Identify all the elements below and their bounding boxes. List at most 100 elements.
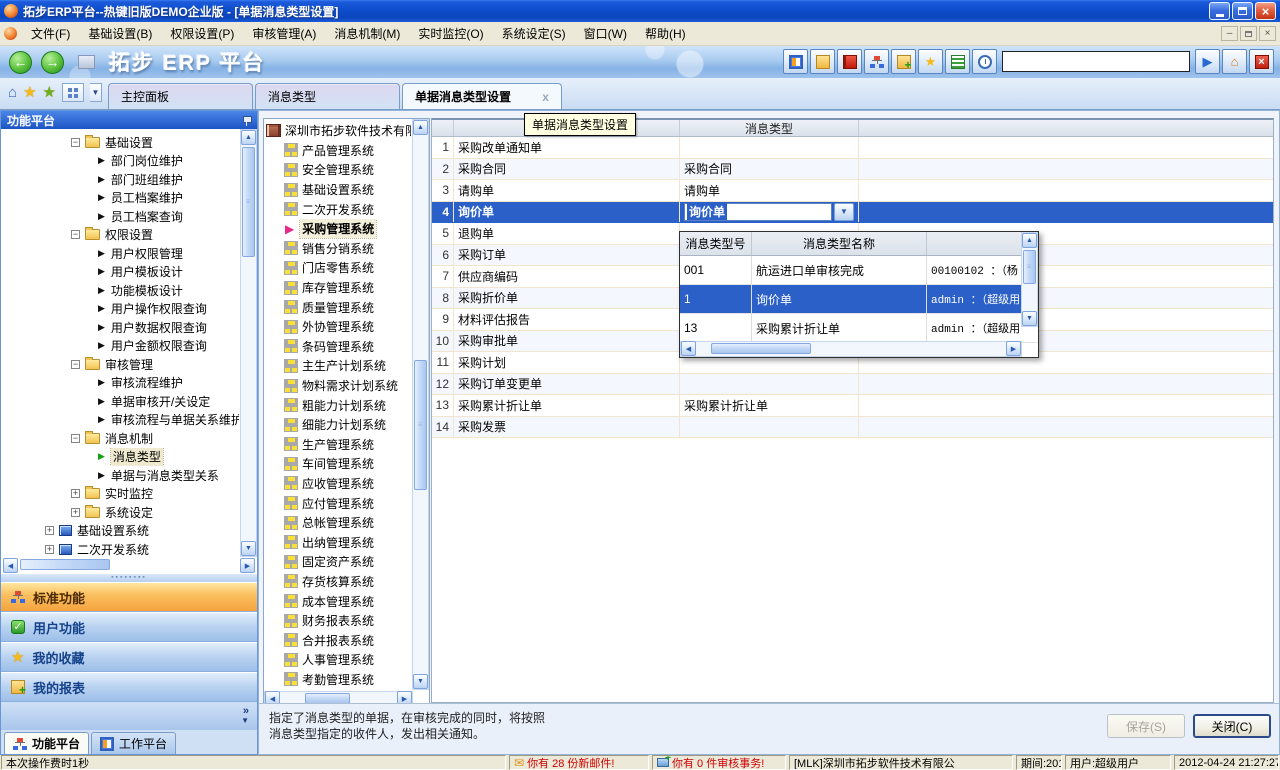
panel-splitter[interactable]: ▪▪▪▪▪▪▪▪ — [1, 574, 257, 582]
add-favorite-icon[interactable]: ★ — [43, 85, 56, 100]
toolbar-search-input[interactable] — [1002, 51, 1190, 72]
home-exit-button[interactable]: ⌂ — [1222, 49, 1247, 74]
grid-row[interactable]: 12采购订单变更单 — [432, 374, 1273, 396]
msg-type-cell[interactable] — [680, 137, 859, 158]
org-item[interactable]: 产品管理系统 — [266, 141, 411, 161]
tree-item[interactable]: ▶用户数据权限查询 — [1, 318, 239, 337]
org-item[interactable]: 财务报表系统 — [266, 611, 411, 631]
tree-item[interactable]: ▶员工档案维护 — [1, 189, 239, 208]
tree-vertical-scrollbar[interactable]: ▲ ▼ ≡ — [240, 129, 257, 557]
org-item[interactable]: 二次开发系统 — [266, 199, 411, 219]
org-item[interactable]: 出纳管理系统 — [266, 532, 411, 552]
list-button[interactable] — [945, 49, 970, 74]
menu-item[interactable]: 实时监控(O) — [409, 22, 492, 45]
org-chart-button[interactable] — [864, 49, 889, 74]
org-item[interactable]: 考勤管理系统 — [266, 670, 411, 689]
tree-horizontal-scrollbar[interactable]: ◀ ▶ — [3, 558, 255, 573]
scroll-right-icon[interactable]: ▶ — [1006, 341, 1021, 356]
tree-item[interactable]: −审核管理 — [1, 355, 239, 374]
panel-tab-工作平台[interactable]: 工作平台 — [91, 732, 176, 754]
combobox-dropdown-button[interactable]: ▼ — [834, 203, 854, 221]
org-item[interactable]: 外协管理系统 — [266, 317, 411, 337]
tree-item[interactable]: ▶用户金额权限查询 — [1, 337, 239, 356]
scrollbar-thumb[interactable]: ≡ — [242, 147, 255, 257]
msg-type-cell[interactable]: 询价单▼ — [680, 202, 859, 223]
layout-caret-button[interactable]: ▼ — [90, 83, 102, 102]
child-restore-button[interactable] — [1240, 26, 1257, 41]
org-item[interactable]: 合并报表系统 — [266, 630, 411, 650]
child-close-button[interactable]: × — [1259, 26, 1276, 41]
combobox-input[interactable]: 询价单 — [684, 203, 832, 221]
scrollbar-thumb[interactable] — [711, 343, 811, 354]
close-button[interactable]: × — [1255, 2, 1276, 20]
tab-消息类型[interactable]: 消息类型 — [255, 83, 400, 109]
scroll-left-icon[interactable]: ◀ — [681, 341, 696, 356]
scroll-up-icon[interactable]: ▲ — [241, 130, 256, 145]
chevron-more-icon[interactable]: » — [243, 706, 249, 716]
nav-button-标准功能[interactable]: 标准功能 — [1, 582, 257, 612]
menu-item[interactable]: 审核管理(A) — [243, 22, 325, 45]
scroll-up-icon[interactable]: ▲ — [413, 120, 428, 135]
grid-row[interactable]: 13采购累计折让单采购累计折让单 — [432, 395, 1273, 417]
msg-type-cell[interactable]: 请购单 — [680, 180, 859, 201]
org-item[interactable]: 物料需求计划系统 — [266, 376, 411, 396]
org-item[interactable]: 固定资产系统 — [266, 552, 411, 572]
popup-row[interactable]: 001航运进口单审核完成00100102 ：（杨 — [680, 256, 1038, 285]
org-root-item[interactable]: 深圳市拓步软件技术有限公司 — [266, 121, 411, 141]
tree-item[interactable]: ▶消息类型 — [1, 448, 239, 467]
expand-icon[interactable]: + — [71, 489, 80, 498]
nav-overflow-strip[interactable]: » ▼ — [1, 702, 257, 730]
popup-vertical-scrollbar[interactable]: ▲ ▼ ≡ — [1021, 232, 1038, 327]
msg-type-cell[interactable] — [680, 417, 859, 438]
tree-item[interactable]: ▶用户权限管理 — [1, 244, 239, 263]
tree-item[interactable]: ▶用户操作权限查询 — [1, 300, 239, 319]
tree-item[interactable]: ▶单据审核开/关设定 — [1, 392, 239, 411]
tree-item[interactable]: +实时监控 — [1, 485, 239, 504]
save-button[interactable]: 保存(S) — [1107, 714, 1185, 738]
favorites-star-icon[interactable]: ★ — [23, 85, 36, 100]
grid-row[interactable]: 3请购单请购单 — [432, 180, 1273, 202]
org-item[interactable]: 基础设置系统 — [266, 180, 411, 200]
org-item[interactable]: 应付管理系统 — [266, 493, 411, 513]
org-item[interactable]: ▶采购管理系统 — [266, 219, 411, 239]
grid-row[interactable]: 14采购发票 — [432, 417, 1273, 439]
org-vertical-scrollbar[interactable]: ▲ ▼ ≡ — [412, 119, 429, 690]
msg-type-cell[interactable]: 采购累计折让单 — [680, 395, 859, 416]
org-item[interactable]: 成本管理系统 — [266, 591, 411, 611]
exit-button[interactable]: × — [1249, 49, 1274, 74]
red-book-button[interactable] — [837, 49, 862, 74]
collapse-icon[interactable]: − — [71, 434, 80, 443]
org-item[interactable]: 门店零售系统 — [266, 258, 411, 278]
scroll-up-icon[interactable]: ▲ — [1022, 233, 1037, 248]
scrollbar-thumb[interactable]: ≡ — [1023, 250, 1036, 284]
tab-主控面板[interactable]: 主控面板 — [108, 83, 253, 109]
popup-row[interactable]: 1询价单admin ：（超级用 — [680, 285, 1038, 314]
chevron-down-icon[interactable]: ▼ — [241, 716, 249, 726]
msg-type-header[interactable]: 消息类型 — [680, 120, 859, 136]
org-item[interactable]: 总帐管理系统 — [266, 513, 411, 533]
org-item[interactable]: 安全管理系统 — [266, 160, 411, 180]
nav-button-我的收藏[interactable]: ★我的收藏 — [1, 642, 257, 672]
clock-button[interactable] — [972, 49, 997, 74]
menu-item[interactable]: 权限设置(P) — [161, 22, 243, 45]
msg-type-combobox[interactable]: 询价单▼ — [684, 203, 854, 221]
popup-horizontal-scrollbar[interactable]: ◀ ▶ — [680, 341, 1022, 357]
org-item[interactable]: 存货核算系统 — [266, 572, 411, 592]
scroll-left-icon[interactable]: ◀ — [3, 558, 18, 573]
tree-item[interactable]: ▶审核流程与单据关系维护 — [1, 411, 239, 430]
printer-icon[interactable] — [78, 55, 95, 69]
expand-icon[interactable]: + — [45, 526, 54, 535]
collapse-icon[interactable]: − — [71, 138, 80, 147]
tab-单据消息类型设置[interactable]: 单据消息类型设置x — [402, 83, 562, 109]
tree-item[interactable]: +基础设置系统 — [1, 522, 239, 541]
nav-button-我的报表[interactable]: 我的报表 — [1, 672, 257, 702]
scroll-down-icon[interactable]: ▼ — [1022, 311, 1037, 326]
nav-button-用户功能[interactable]: ✓用户功能 — [1, 612, 257, 642]
grid-row[interactable]: 4询价单询价单▼ — [432, 202, 1273, 224]
tree-item[interactable]: −基础设置 — [1, 133, 239, 152]
tree-item[interactable]: −消息机制 — [1, 429, 239, 448]
favorites-button[interactable]: ★ — [918, 49, 943, 74]
scroll-down-icon[interactable]: ▼ — [413, 674, 428, 689]
org-item[interactable]: 车间管理系统 — [266, 454, 411, 474]
tree-item[interactable]: ▶部门班组维护 — [1, 170, 239, 189]
